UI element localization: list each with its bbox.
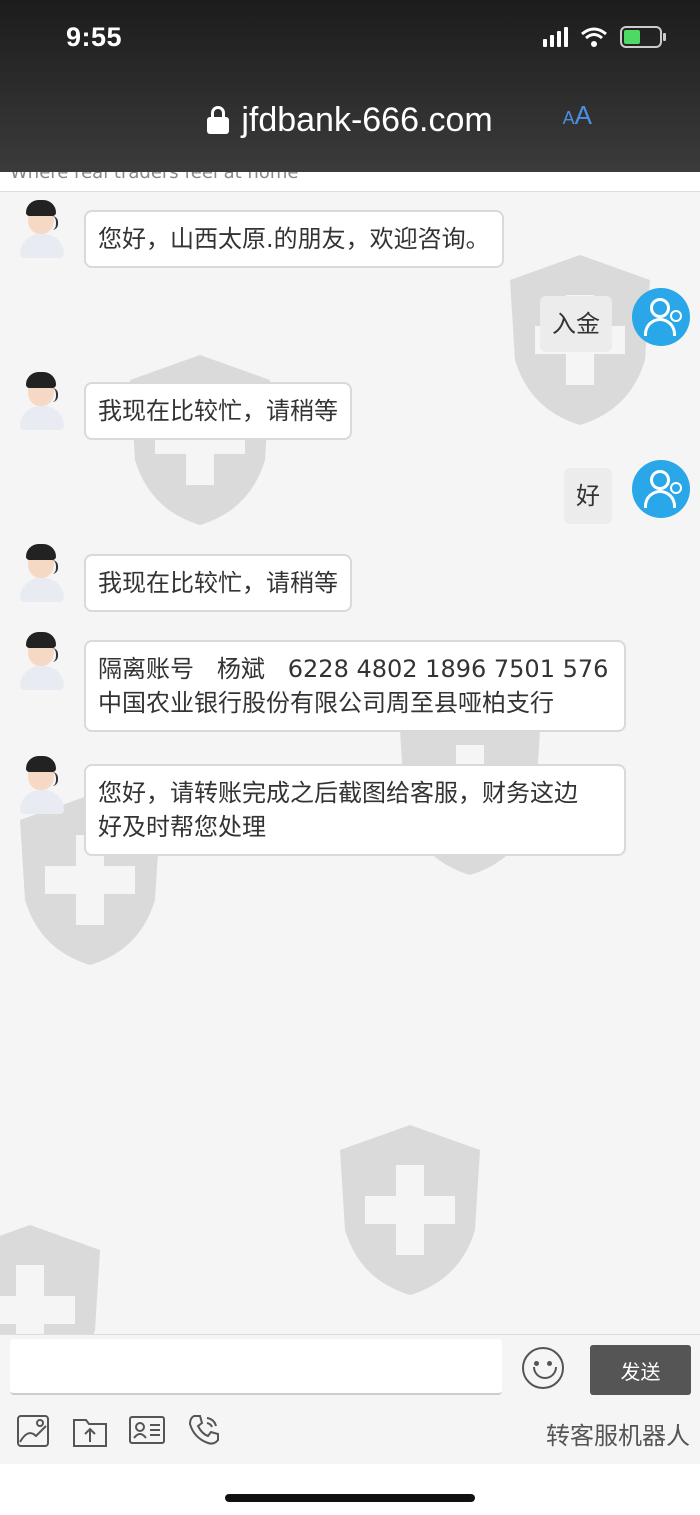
chat-message-agent: 我现在比较忙，请稍等 [16,544,352,612]
id-card-icon[interactable] [128,1414,166,1446]
watermark-shield-icon [330,1120,490,1300]
site-banner-text: Where real traders feel at home [10,172,299,183]
image-icon[interactable] [16,1414,50,1448]
message-line: 中国农业银行股份有限公司周至县哑柏支行 [98,689,554,717]
message-bubble: 好 [564,468,612,524]
message-bubble: 隔离账号 杨斌 6228 4802 1896 7501 576 中国农业银行股份… [84,640,626,732]
browser-header: 9:55 jfdbank-666.com AA [0,0,700,172]
message-bubble: 我现在比较忙，请稍等 [84,382,352,440]
composer: 发送 [0,1334,700,1402]
lock-icon [207,106,230,134]
text-size-button[interactable]: AA [563,100,592,131]
message-bubble: 入金 [540,296,612,352]
agent-avatar [16,372,68,432]
folder-upload-icon[interactable] [72,1414,108,1448]
signal-icon [543,27,568,47]
chat-message-agent: 您好，请转账完成之后截图给客服，财务这边 好及时帮您处理 [16,756,626,856]
agent-avatar [16,200,68,260]
message-line: 好及时帮您处理 [98,813,266,841]
agent-avatar [16,756,68,816]
site-banner: Where real traders feel at home [0,172,700,192]
phone-icon[interactable] [186,1412,222,1448]
url-text: jfdbank-666.com [241,100,493,139]
emoji-icon[interactable] [522,1347,564,1389]
status-icons [543,26,666,48]
agent-avatar [16,632,68,692]
transfer-robot-link[interactable]: 转客服机器人 [546,1416,690,1451]
message-input[interactable] [10,1339,502,1395]
message-bubble: 您好，山西太原.的朋友，欢迎咨询。 [84,210,504,268]
status-time: 9:55 [66,22,123,52]
user-avatar [632,460,690,518]
chat-toolbar: 转客服机器人 [0,1402,700,1464]
home-indicator[interactable] [225,1494,475,1502]
address-bar[interactable]: jfdbank-666.com [0,92,700,148]
chat-message-user: 入金 [540,288,690,352]
message-bubble: 您好，请转账完成之后截图给客服，财务这边 好及时帮您处理 [84,764,626,856]
chat-message-user: 好 [564,460,690,524]
message-bubble: 我现在比较忙，请稍等 [84,554,352,612]
send-button[interactable]: 发送 [590,1345,691,1395]
chat-message-agent: 我现在比较忙，请稍等 [16,372,352,440]
agent-avatar [16,544,68,604]
battery-icon [620,26,666,48]
chat-message-agent: 您好，山西太原.的朋友，欢迎咨询。 [16,200,504,268]
message-line: 隔离账号 杨斌 6228 4802 1896 7501 576 [98,655,609,683]
message-line: 您好，请转账完成之后截图给客服，财务这边 [98,779,578,807]
wifi-icon [581,27,607,47]
home-indicator-area [0,1464,700,1515]
user-avatar [632,288,690,346]
chat-message-agent: 隔离账号 杨斌 6228 4802 1896 7501 576 中国农业银行股份… [16,632,626,732]
